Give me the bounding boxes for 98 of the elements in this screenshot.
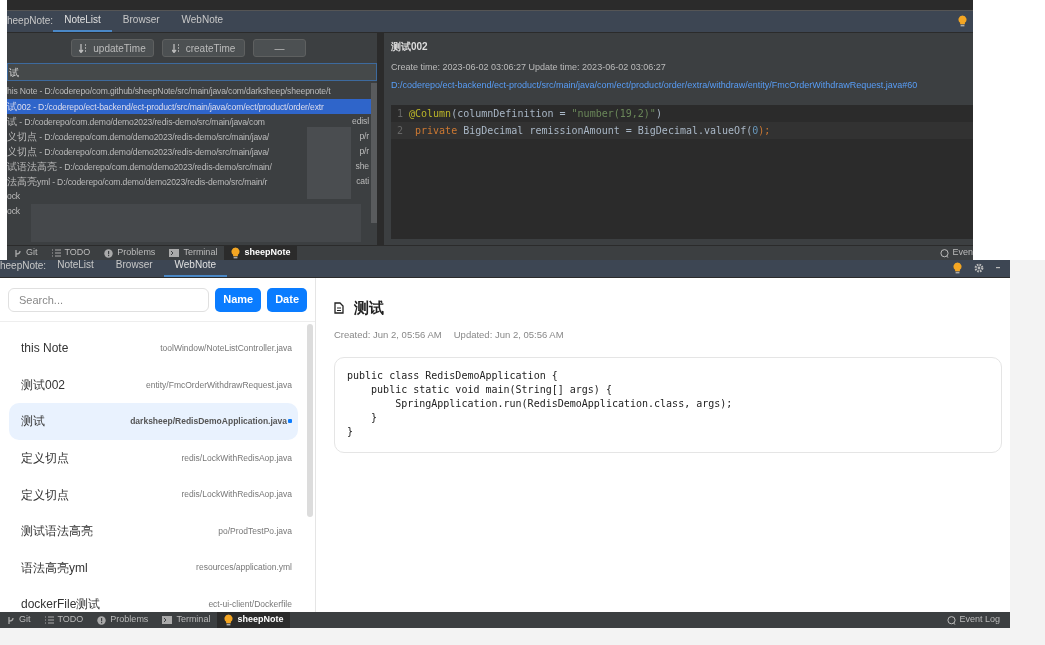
note-list-item[interactable]: 法高亮yml - D:/coderepo/com.demo/demo2023/redis-demo/src/main/r cati bbox=[7, 174, 371, 189]
note-text: she bbox=[355, 160, 369, 173]
sort-button[interactable]: updateTime bbox=[71, 39, 154, 57]
branch-icon bbox=[14, 248, 22, 258]
note-list-item[interactable]: 测试语法高亮 po/ProdTestPo.java bbox=[9, 512, 298, 550]
tool-window-button[interactable]: Terminal bbox=[155, 612, 218, 628]
lightbulb-icon bbox=[224, 614, 234, 626]
note-path: entity/FmcOrderWithdrawRequest.java bbox=[146, 378, 292, 392]
terminal-icon bbox=[169, 249, 180, 257]
note-title: 定义切点 bbox=[21, 486, 69, 504]
tool-window-button[interactable]: sheepNote bbox=[217, 612, 291, 628]
sort-button[interactable]: Date bbox=[267, 287, 307, 312]
note-list-item[interactable]: his Note - D:/coderepo/com.github/sheepNote/src/main/java/com/darksheep/sheepnote/t bbox=[7, 84, 333, 99]
tab[interactable]: WebNote bbox=[170, 12, 235, 32]
tab[interactable]: NoteList bbox=[46, 257, 105, 277]
note-list-item[interactable]: 语法高亮yml resources/application.yml bbox=[9, 549, 298, 587]
tool-window-button[interactable]: sheepNote bbox=[224, 246, 298, 260]
note-list-item[interactable]: 试语法高亮 - D:/coderepo/com.demo/demo2023/redis-demo/src/main/ she bbox=[7, 159, 371, 174]
sort-icon bbox=[171, 43, 182, 53]
tool-window-button[interactable]: TODO bbox=[37, 612, 91, 628]
note-text: 试 - D:/coderepo/com.demo/demo2023/redis-demo/src/main/java/com bbox=[7, 115, 265, 129]
sort-button[interactable]: — bbox=[253, 39, 306, 57]
note-timestamps: Create time: 2023-06-02 03:06:27 Update time: 2023-06-02 03:06:27 bbox=[391, 61, 667, 74]
note-path: darksheep/RedisDemoApplication.java bbox=[130, 415, 287, 428]
tool-window-label: heepNote: bbox=[7, 14, 54, 28]
tool-window-button[interactable]: TODO bbox=[44, 246, 98, 260]
note-path: po/ProdTestPo.java bbox=[218, 524, 292, 538]
note-text: cati bbox=[356, 175, 369, 188]
sort-button[interactable]: createTime bbox=[162, 39, 245, 57]
note-list-item[interactable]: 测试 darksheep/RedisDemoApplication.java bbox=[9, 403, 298, 440]
updated-date: Updated: Jun 2, 05:56 AM bbox=[453, 328, 564, 342]
note-title: dockerFile测试 bbox=[21, 596, 101, 612]
event-log-button[interactable]: Event Log bbox=[947, 613, 1010, 627]
note-path: redis/LockWithRedisAop.java bbox=[181, 451, 292, 465]
note-list-item[interactable]: ock bbox=[7, 204, 22, 219]
note-path: redis/LockWithRedisAop.java bbox=[181, 488, 292, 502]
tab[interactable]: Browser bbox=[104, 257, 164, 277]
terminal-icon bbox=[162, 616, 173, 624]
scrollbar[interactable] bbox=[307, 324, 313, 517]
tool-window-button[interactable]: Git bbox=[7, 246, 45, 260]
warning-icon bbox=[97, 615, 107, 625]
created-date: Created: Jun 2, 05:56 AM bbox=[334, 328, 442, 342]
note-text: 义切点 - D:/coderepo/com.demo/demo2023/redis-demo/src/main/java/ bbox=[7, 130, 270, 144]
note-text: 义切点 - D:/coderepo/com.demo/demo2023/redis-demo/src/main/java/ bbox=[7, 145, 270, 159]
branch-icon bbox=[7, 615, 15, 625]
tab[interactable]: NoteList bbox=[53, 12, 112, 32]
lightbulb-icon bbox=[953, 262, 962, 274]
speech-bubble-icon bbox=[947, 615, 957, 625]
note-title: 测试语法高亮 bbox=[21, 523, 93, 541]
note-path: resources/application.yml bbox=[196, 561, 292, 575]
note-list-item[interactable]: 试002 - D:/coderepo/ect-backend/ect-product/src/main/java/com/ect/product/order/extr bbox=[7, 99, 371, 114]
note-list-item[interactable]: 定义切点 redis/LockWithRedisAop.java bbox=[9, 476, 298, 513]
note-title: 测试002 bbox=[391, 40, 429, 54]
file-path-link[interactable]: D:/coderepo/ect-backend/ect-product/src/main/java/com/ect/product/order/extra/withdraw/entity/FmcOrderWithdrawRequest.java#60 bbox=[391, 79, 973, 97]
note-title: 语法高亮yml bbox=[21, 559, 88, 577]
note-list-item[interactable]: this Note toolWindow/NoteListController.java bbox=[9, 330, 298, 367]
note-list-item[interactable]: ock bbox=[7, 189, 22, 204]
note-text: p/r bbox=[359, 130, 369, 143]
note-text: 法高亮yml - D:/coderepo/com.demo/demo2023/redis-demo/src/main/r bbox=[7, 175, 268, 189]
note-title: 定义切点 bbox=[21, 450, 69, 468]
line-number: 1 bbox=[396, 107, 404, 121]
note-list-item[interactable]: 试 - D:/coderepo/com.demo/demo2023/redis-demo/src/main/java/com edisl bbox=[7, 114, 371, 129]
scrollbar[interactable] bbox=[371, 83, 377, 223]
note-list-item[interactable]: 定义切点 redis/LockWithRedisAop.java bbox=[9, 439, 298, 477]
note-title: 测试002 bbox=[21, 376, 66, 394]
tool-window-button[interactable]: Git bbox=[0, 612, 38, 628]
sort-button[interactable]: Name bbox=[215, 287, 262, 312]
list-icon bbox=[51, 249, 61, 257]
note-list-item[interactable]: 义切点 - D:/coderepo/com.demo/demo2023/redis-demo/src/main/java/ p/r bbox=[7, 144, 371, 159]
note-title: 测试 bbox=[21, 413, 45, 431]
tool-window-button[interactable]: Terminal bbox=[162, 246, 225, 260]
note-path: ect-ui-client/Dockerfile bbox=[208, 598, 292, 611]
note-title: this Note bbox=[21, 340, 69, 358]
event-log-button[interactable]: Even bbox=[940, 246, 973, 260]
document-icon bbox=[334, 302, 344, 314]
search-field[interactable]: 试 bbox=[7, 63, 377, 81]
note-heading: 测试 bbox=[354, 297, 384, 318]
code-line: @Column(columnDefinition = "number(19,2)") bbox=[409, 107, 662, 121]
tool-window-label: heepNote: bbox=[0, 259, 47, 273]
note-list-item[interactable]: dockerFile测试 ect-ui-client/Dockerfile bbox=[9, 586, 298, 612]
code-line: private BigDecimal remissionAmount = BigDecimal.valueOf(0); bbox=[414, 124, 771, 138]
note-path: toolWindow/NoteListController.java bbox=[160, 341, 292, 355]
lightbulb-icon bbox=[958, 15, 967, 27]
note-text: p/r bbox=[359, 145, 369, 158]
tool-window-button[interactable]: Problems bbox=[90, 612, 156, 628]
note-list-item[interactable]: 测试002 entity/FmcOrderWithdrawRequest.java bbox=[9, 366, 298, 404]
minimize-icon[interactable] bbox=[996, 267, 1000, 269]
lightbulb-icon bbox=[231, 247, 241, 259]
tab[interactable]: Browser bbox=[111, 12, 171, 32]
list-icon bbox=[44, 616, 54, 624]
search-field[interactable]: Search... bbox=[8, 287, 210, 312]
note-list-item[interactable]: 义切点 - D:/coderepo/com.demo/demo2023/redis-demo/src/main/java/ p/r bbox=[7, 129, 371, 144]
code-block: public class RedisDemoApplication { public static void main(String[] args) { SpringApplication.run(RedisDemoApplication.class, args); } } bbox=[334, 357, 1002, 454]
settings-icon[interactable] bbox=[974, 263, 984, 273]
note-text: edisl bbox=[352, 115, 369, 128]
note-text: 试语法高亮 - D:/coderepo/com.demo/demo2023/redis-demo/src/main/ bbox=[7, 160, 272, 174]
speech-bubble-icon bbox=[940, 248, 950, 258]
tool-window-button[interactable]: Problems bbox=[97, 246, 163, 260]
